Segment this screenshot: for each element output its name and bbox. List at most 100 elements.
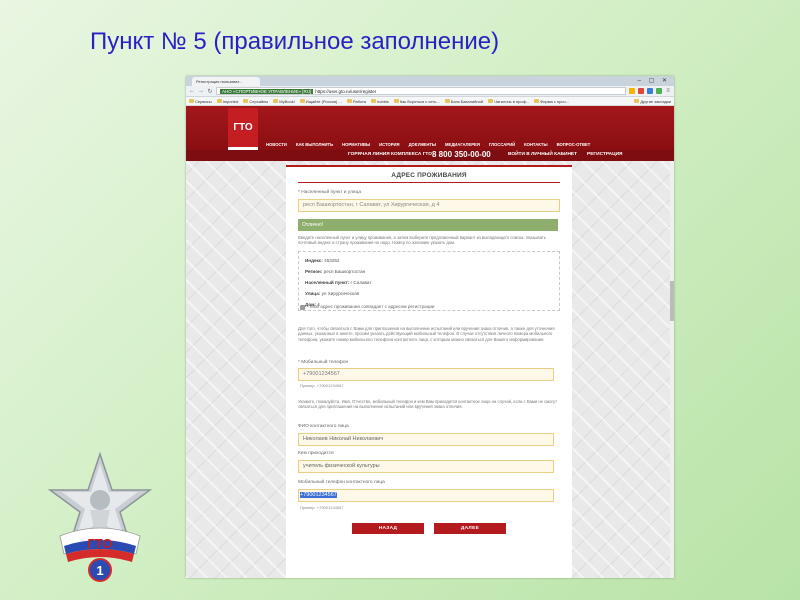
bookmark-label: Фирма с проч... xyxy=(540,98,569,104)
folder-icon xyxy=(444,99,450,103)
bookmark-label: Другие закладки xyxy=(640,98,671,104)
locality-label: * Населенный пункт и улица xyxy=(298,190,361,195)
contact-name-label: ФИО контактного лица xyxy=(298,424,349,429)
success-message: Отлично! xyxy=(298,219,558,231)
bookmark-item[interactable]: hobbis xyxy=(371,99,389,104)
contact-name-input[interactable]: Николаев Николай Николаевич xyxy=(298,433,554,446)
hotline-label: ГОРЯЧАЯ ЛИНИЯ КОМПЛЕКСА ГТО xyxy=(348,152,432,157)
folder-icon xyxy=(393,99,399,103)
browser-tab[interactable]: Регистрация пользоват... xyxy=(192,77,260,86)
extension-icon[interactable] xyxy=(647,88,653,94)
contact-hint: Укажите, пожалуйста, Имя, Отчество, моби… xyxy=(298,399,558,410)
section-title: АДРЕС ПРОЖИВАНИЯ xyxy=(391,172,467,179)
bookmark-item[interactable]: Imported xyxy=(216,99,238,104)
nav-item[interactable]: ДОКУМЕНТЫ xyxy=(409,142,436,147)
nav-item[interactable]: НОВОСТИ xyxy=(266,142,287,147)
url-input[interactable]: АНО «СПОРТИВНОЕ УПРАВЛЕНИЕ» [RU] https://… xyxy=(216,87,626,95)
page-content: АДРЕС ПРОЖИВАНИЯ * Населенный пункт и ул… xyxy=(186,161,674,578)
bookmark-item[interactable]: MyBook! xyxy=(273,99,295,104)
other-bookmarks[interactable]: Другие закладки xyxy=(634,99,671,104)
bookmark-label: Как бороться с сеть... xyxy=(399,98,440,104)
phone-sample: Пример: +79001234567 xyxy=(300,383,344,388)
bookmark-item[interactable]: Банк Бакалийной xyxy=(444,98,484,104)
bookmark-label: Банк Бакалийной xyxy=(450,98,484,104)
scrollbar-thumb[interactable] xyxy=(670,281,674,321)
folder-icon xyxy=(189,99,194,103)
register-link[interactable]: РЕГИСТРАЦИЯ xyxy=(587,152,622,157)
bookmark-label: Сервисы xyxy=(195,98,212,104)
bookmark-label: Работа xyxy=(352,98,367,104)
url-text: https://user.gto.ru/user/register xyxy=(315,89,377,94)
contact-phone-sample: Пример: +79001234567 xyxy=(300,505,344,510)
nav-item[interactable]: КОНТАКТЫ xyxy=(524,142,547,147)
folder-icon xyxy=(243,99,249,103)
selected-text: +79001234567 xyxy=(300,492,337,498)
scrollbar[interactable] xyxy=(670,161,674,578)
address-bar-row: ← → ↻ АНО «СПОРТИВНОЕ УПРАВЛЕНИЕ» [RU] ht… xyxy=(186,86,674,97)
nav-item[interactable]: ВОПРОС-ОТВЕТ xyxy=(557,142,591,147)
forward-icon[interactable]: → xyxy=(198,88,204,94)
reload-icon[interactable]: ↻ xyxy=(207,88,213,95)
folder-icon xyxy=(273,99,279,103)
phone-hint: Для того, чтобы связаться с Вами для при… xyxy=(298,326,555,342)
same-address-checkbox[interactable] xyxy=(300,305,305,310)
bookmark-item[interactable]: Чатилочь в проф... xyxy=(488,99,529,104)
extension-icon[interactable] xyxy=(656,88,662,94)
address-index: Индекс: 453252 xyxy=(305,258,340,263)
bookmark-label: Серсайны xyxy=(249,98,269,104)
browser-screenshot: Регистрация пользоват... – ▢ ✕ ← → ↻ АНО… xyxy=(186,76,674,578)
folder-icon xyxy=(346,99,352,103)
bookmark-label: hobbis xyxy=(377,98,389,104)
browser-tab-bar: Регистрация пользоват... – ▢ ✕ xyxy=(186,76,674,86)
folder-icon xyxy=(299,99,305,103)
bookmark-label: Чатилочь в проф... xyxy=(494,98,530,104)
gto-badge: ГТО 1 xyxy=(47,451,153,582)
address-region: Регион: респ Башкортостан xyxy=(305,269,366,274)
folder-icon xyxy=(371,99,377,103)
locality-input[interactable]: респ Башкортостан, г Салават, ул Хирурги… xyxy=(298,199,560,212)
phone-input[interactable]: +79001234567 xyxy=(298,368,554,381)
nav-item[interactable]: ГЛОССАРИЙ xyxy=(489,142,515,147)
badge-number: 1 xyxy=(96,563,103,578)
star-icon[interactable] xyxy=(629,88,635,94)
bookmark-item[interactable]: Ищайте (Россия) ... xyxy=(299,98,342,104)
nav-item[interactable]: ИСТОРИЯ xyxy=(379,142,399,147)
back-icon[interactable]: ← xyxy=(189,88,195,94)
folder-icon xyxy=(534,99,540,103)
contact-phone-label: Мобильный телефон контактного лица xyxy=(298,480,385,485)
hotline-bar: ГОРЯЧАЯ ЛИНИЯ КОМПЛЕКСА ГТО 8 800 350-00… xyxy=(186,150,674,161)
relation-input[interactable]: учитель физической культуры xyxy=(298,460,554,473)
window-controls[interactable]: – ▢ ✕ xyxy=(638,77,670,84)
slide-title: Пункт № 5 (правильное заполнение) xyxy=(90,28,500,55)
relation-label: Кем приходится xyxy=(298,451,334,456)
site-header: ГТО НОВОСТИ КАК ВЫПОЛНИТЬ НОРМАТИВЫ ИСТО… xyxy=(186,106,674,150)
nav-item[interactable]: КАК ВЫПОЛНИТЬ xyxy=(296,142,333,147)
next-button[interactable]: ДАЛЕЕ xyxy=(434,523,506,534)
bookmark-item[interactable]: Серсайны xyxy=(243,99,268,104)
nav-item[interactable]: НОРМАТИВЫ xyxy=(342,142,370,147)
registration-form: АДРЕС ПРОЖИВАНИЯ * Населенный пункт и ул… xyxy=(286,165,572,578)
bookmarks-bar: Сервисы Imported Серсайны MyBook! Ищайте… xyxy=(186,97,674,106)
bookmark-label: Ищайте (Россия) ... xyxy=(305,98,342,104)
bookmark-item[interactable]: Сервисы xyxy=(189,99,212,104)
menu-icon[interactable]: ≡ xyxy=(665,88,671,94)
address-street: Улица: ул Хирургическая xyxy=(305,291,360,296)
bookmark-item[interactable]: Как бороться с сеть... xyxy=(393,98,440,104)
nav-item[interactable]: МЕДИАГАЛЕРЕЯ xyxy=(445,142,480,147)
extension-icon[interactable] xyxy=(638,88,644,94)
eagle-icon xyxy=(90,490,110,510)
bookmark-item[interactable]: Работа xyxy=(346,98,367,104)
phone-label: * Мобильный телефон xyxy=(298,360,349,365)
address-locality: Населенный пункт: г Салават xyxy=(305,280,372,285)
login-link[interactable]: ВОЙТИ В ЛИЧНЫЙ КАБИНЕТ xyxy=(508,152,577,157)
hotline-number[interactable]: 8 800 350-00-00 xyxy=(432,150,491,159)
address-details: Индекс: 453252 Регион: респ Башкортостан… xyxy=(298,251,560,311)
folder-icon xyxy=(216,99,222,103)
certificate-badge: АНО «СПОРТИВНОЕ УПРАВЛЕНИЕ» [RU] xyxy=(220,89,314,94)
site-logo[interactable]: ГТО xyxy=(228,108,258,150)
folder-icon xyxy=(488,99,494,103)
bookmark-item[interactable]: Фирма с проч... xyxy=(534,99,569,104)
address-hint: Введите населенный пункт и улицу прожива… xyxy=(298,235,546,246)
contact-phone-input[interactable]: +79001234567 xyxy=(298,489,554,502)
back-button[interactable]: НАЗАД xyxy=(352,523,424,534)
